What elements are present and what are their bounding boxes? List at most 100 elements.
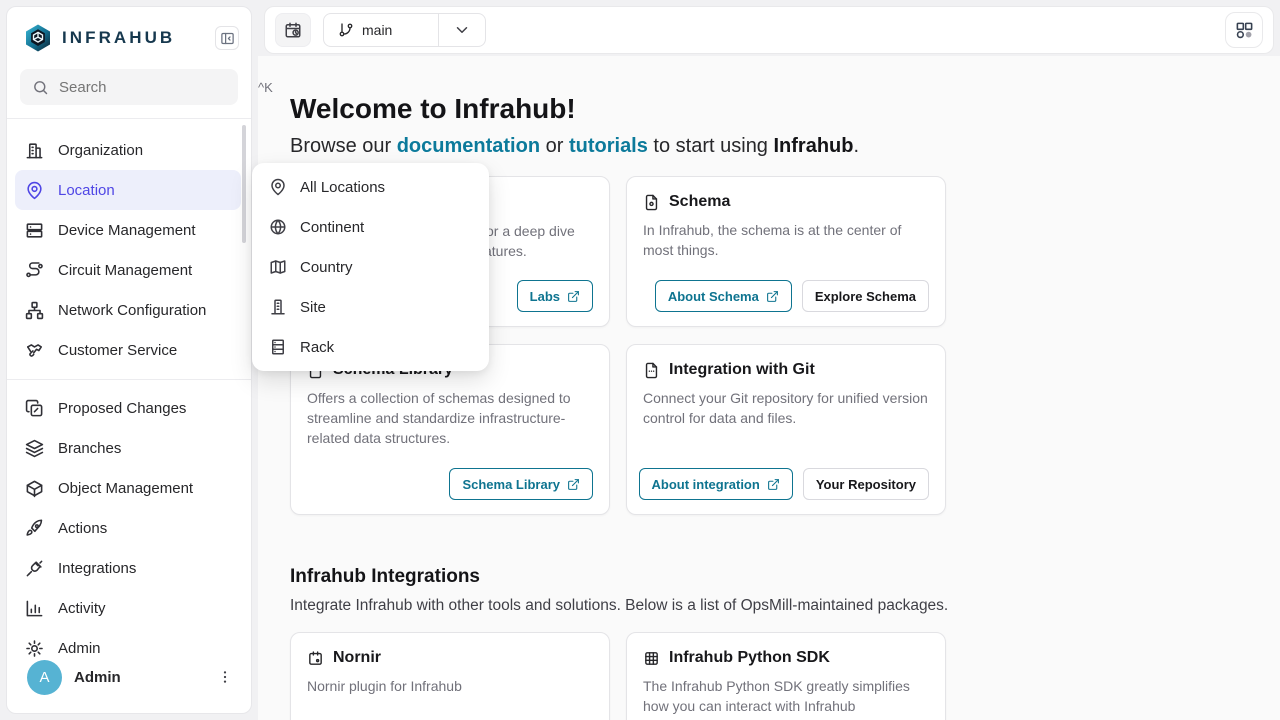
card-title: Infrahub Python SDK [669,649,830,667]
labs-card-text-fragment: atures. [484,241,527,261]
file-icon [643,362,660,379]
map-pin-icon [269,178,287,196]
package-icon [307,650,324,667]
menu-item-label: All Locations [300,179,385,196]
integrations-title: Infrahub Integrations [290,566,948,588]
sidebar-item-label: Customer Service [58,342,177,359]
object-nav: Organization Location Device Management … [7,119,251,370]
git-branch-icon [338,22,354,38]
menu-item-continent[interactable]: Continent [252,207,489,247]
brand-name: INFRAHUB [62,28,215,48]
menu-item-label: Rack [300,339,334,356]
calendar-clock-icon [284,21,302,39]
your-repository-button[interactable]: Your Repository [803,468,929,500]
sidebar-item-device-management[interactable]: Device Management [15,210,241,250]
rack-icon [269,338,287,356]
server-icon [25,221,44,240]
menu-item-rack[interactable]: Rack [252,327,489,367]
page-title: Welcome to Infrahub! [290,92,859,126]
integrations-section-header: Infrahub Integrations Integrate Infrahub… [290,566,948,615]
nav-scrollbar[interactable] [242,125,246,243]
menu-item-site[interactable]: Site [252,287,489,327]
sidebar-item-object-management[interactable]: Object Management [15,468,241,508]
branch-name: main [362,22,392,38]
sidebar-item-label: Proposed Changes [58,400,186,417]
sidebar-item-label: Device Management [58,222,196,239]
circuit-icon [25,261,44,280]
sidebar-item-network-configuration[interactable]: Network Configuration [15,290,241,330]
proposed-changes-icon [25,399,44,418]
card-title: Nornir [333,649,381,667]
sidebar-item-label: Network Configuration [58,302,206,319]
sidebar-item-label: Branches [58,440,121,457]
integrations-subtitle: Integrate Infrahub with other tools and … [290,597,948,615]
chevron-down-icon [453,21,471,39]
card-description: The Infrahub Python SDK greatly simplifi… [643,676,929,720]
avatar: A [27,660,62,695]
time-travel-button[interactable] [275,13,311,47]
building-icon [25,141,44,160]
labs-card-text-fragment: or a deep dive [486,221,575,241]
layers-icon [25,439,44,458]
about-schema-button[interactable]: About Schema [655,280,792,312]
sidebar-item-activity[interactable]: Activity [15,588,241,628]
search-input-box[interactable]: ^K [20,69,238,105]
map-pin-icon [25,181,44,200]
branch-dropdown-toggle[interactable] [439,14,485,46]
file-icon [643,194,660,211]
user-name: Admin [74,669,213,686]
search-icon [32,79,49,96]
menu-item-label: Country [300,259,353,276]
external-link-icon [766,290,779,303]
git-integration-card: Integration with Git Connect your Git re… [626,344,946,515]
sidebar-item-circuit-management[interactable]: Circuit Management [15,250,241,290]
schema-card: Schema In Infrahub, the schema is at the… [626,176,946,327]
documentation-link[interactable]: documentation [397,135,540,157]
card-description: Nornir plugin for Infrahub [307,676,593,696]
card-description: In Infrahub, the schema is at the center… [643,220,929,260]
sidebar-item-integrations[interactable]: Integrations [15,548,241,588]
sidebar-item-label: Circuit Management [58,262,192,279]
sidebar-item-label: Activity [58,600,106,617]
schema-visualizer-button[interactable] [1225,12,1263,48]
cube-icon [25,479,44,498]
about-integration-button[interactable]: About integration [639,468,793,500]
panel-collapse-icon [220,31,235,46]
sidebar-item-branches[interactable]: Branches [15,428,241,468]
sidebar: INFRAHUB ^K Organization Location [6,6,252,714]
bar-chart-icon [25,599,44,618]
globe-icon [269,218,287,236]
user-menu[interactable]: A Admin [7,655,251,699]
sidebar-collapse-button[interactable] [215,26,239,50]
branch-selector-value[interactable]: main [324,14,438,46]
menu-item-label: Site [300,299,326,316]
handshake-icon [25,341,44,360]
card-title: Schema [669,193,730,211]
nornir-card: Nornir Nornir plugin for Infrahub [290,632,610,720]
sidebar-item-proposed-changes[interactable]: Proposed Changes [15,388,241,428]
branch-selector[interactable]: main [323,13,486,47]
network-icon [25,301,44,320]
grid-icon [643,650,660,667]
sidebar-item-customer-service[interactable]: Customer Service [15,330,241,370]
python-sdk-card: Infrahub Python SDK The Infrahub Python … [626,632,946,720]
infrahub-logo-icon [23,23,53,53]
top-bar: main [264,6,1274,54]
sidebar-item-label: Admin [58,640,101,657]
sidebar-item-label: Actions [58,520,107,537]
sidebar-item-actions[interactable]: Actions [15,508,241,548]
menu-item-country[interactable]: Country [252,247,489,287]
menu-item-all-locations[interactable]: All Locations [252,167,489,207]
welcome-section: Welcome to Infrahub! Browse our document… [290,92,859,158]
search-input[interactable] [59,79,258,96]
explore-schema-button[interactable]: Explore Schema [802,280,929,312]
schema-library-button[interactable]: Schema Library [449,468,593,500]
kebab-menu-icon[interactable] [213,665,237,689]
labs-button[interactable]: Labs [517,280,593,312]
workflow-icon [1235,21,1254,40]
map-icon [269,258,287,276]
sidebar-item-label: Organization [58,142,143,159]
tutorials-link[interactable]: tutorials [569,135,648,157]
sidebar-item-location[interactable]: Location [15,170,241,210]
sidebar-item-organization[interactable]: Organization [15,130,241,170]
